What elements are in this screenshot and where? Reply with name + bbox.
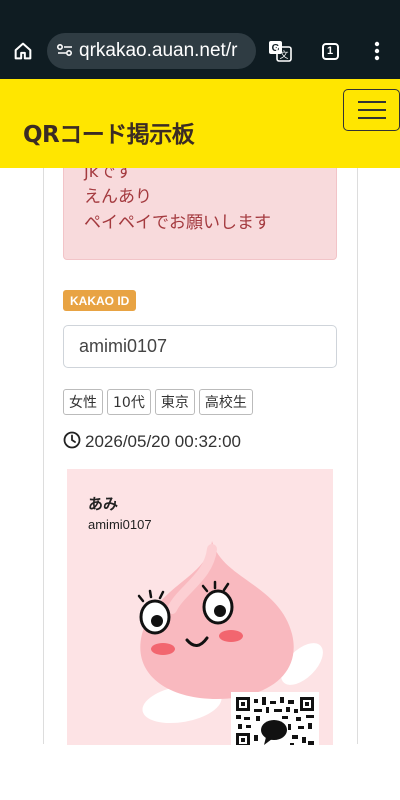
hamburger-line: [357, 109, 386, 111]
site-settings-icon[interactable]: [56, 42, 73, 61]
home-icon[interactable]: [8, 36, 38, 66]
clock-icon: [63, 431, 81, 453]
site-logo[interactable]: QRコード掲示板: [23, 115, 195, 149]
hamburger-line: [357, 117, 386, 119]
more-menu-icon[interactable]: [362, 36, 392, 66]
site-header: QRコード掲示板: [0, 79, 400, 168]
url-text: qrkakao.auan.net/r: [79, 40, 238, 61]
svg-text:G: G: [272, 43, 280, 54]
profile-id: amimi0107: [88, 517, 152, 532]
tag-gender[interactable]: 女性: [63, 389, 103, 415]
message-line: えんあり: [84, 187, 152, 207]
kakao-id-field[interactable]: amimi0107: [63, 325, 337, 368]
tag-occupation[interactable]: 高校生: [198, 389, 253, 415]
kakao-id-badge: KAKAO ID: [63, 290, 137, 311]
tag-list: 女性 10代 東京 高校生: [63, 389, 253, 415]
browser-toolbar: qrkakao.auan.net/r G文 1: [0, 0, 400, 79]
address-bar[interactable]: qrkakao.auan.net/r: [47, 33, 256, 69]
menu-toggle-button[interactable]: [343, 89, 400, 131]
tag-location[interactable]: 東京: [154, 389, 195, 415]
message-line: ペイペイでお願いします: [84, 213, 271, 233]
qr-code-icon: [231, 692, 319, 745]
hamburger-line: [357, 101, 386, 103]
profile-name: あみ: [88, 495, 119, 513]
tab-count: 1: [321, 42, 339, 60]
post-datetime: 2026/05/20 00:32:00: [85, 432, 241, 451]
translate-icon[interactable]: G文: [265, 36, 295, 66]
tag-age[interactable]: 10代: [107, 389, 151, 415]
tab-switcher-button[interactable]: 1: [315, 36, 345, 66]
svg-text:文: 文: [279, 49, 288, 61]
post-date: 2026/05/20 00:32:00: [63, 431, 241, 453]
qr-profile-image[interactable]: あみ amimi0107: [67, 469, 333, 745]
